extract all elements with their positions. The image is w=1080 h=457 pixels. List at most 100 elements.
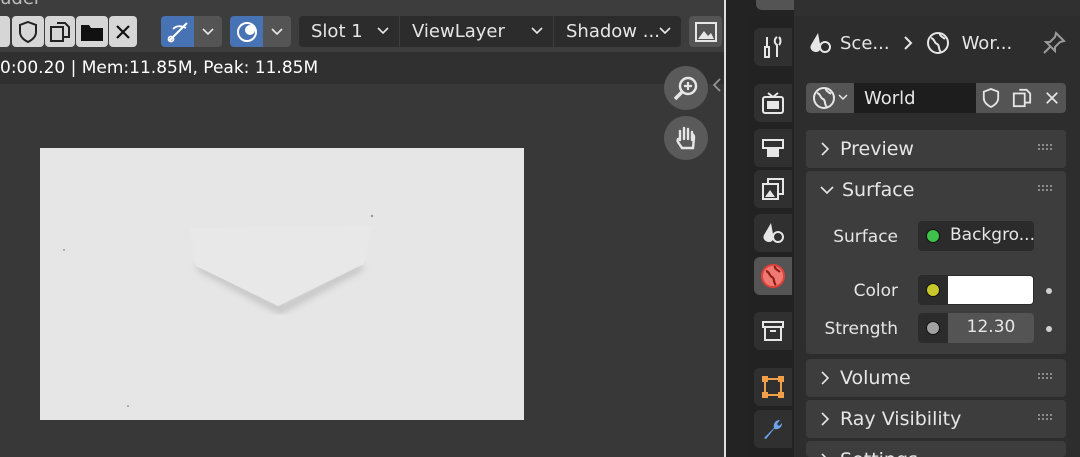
pin-icon bbox=[1043, 31, 1066, 54]
chevron-right-icon bbox=[821, 142, 830, 156]
panel-volume: Volume bbox=[806, 359, 1066, 397]
view-layer-dropdown[interactable]: ViewLayer bbox=[400, 16, 553, 47]
tab-render[interactable] bbox=[754, 84, 792, 122]
panel-surface: Surface Surface Backgro... Color #ffffff… bbox=[806, 171, 1066, 354]
panel-settings-header[interactable]: Settings bbox=[806, 441, 1066, 457]
world-name-field[interactable]: World bbox=[854, 83, 976, 113]
overlays-button[interactable] bbox=[230, 16, 263, 47]
properties-header bbox=[794, 0, 1080, 16]
view-layer-label: ViewLayer bbox=[412, 21, 505, 42]
slot-dropdown[interactable]: Slot 1 bbox=[299, 16, 399, 47]
breadcrumb: Sce... Wor... bbox=[808, 26, 1012, 60]
fake-user-button[interactable] bbox=[976, 83, 1006, 113]
overlay-icon bbox=[236, 21, 257, 42]
color-keyframe-dot[interactable] bbox=[1046, 288, 1052, 294]
shield-icon bbox=[19, 20, 37, 43]
tab-output[interactable] bbox=[754, 129, 792, 167]
pivot-button[interactable] bbox=[161, 16, 194, 47]
shader-socket-icon bbox=[926, 229, 940, 243]
duplicate-icon bbox=[50, 21, 70, 42]
panel-preview: Preview bbox=[806, 130, 1066, 168]
sidebar-toggle[interactable] bbox=[712, 78, 722, 96]
render-stats: 0:00.20 | Mem:11.85M, Peak: 11.85M bbox=[0, 52, 724, 84]
chevron-right-icon bbox=[821, 371, 830, 385]
chevron-right-icon bbox=[903, 36, 912, 50]
shield-icon bbox=[982, 88, 1000, 108]
render-shadow-graphic bbox=[63, 214, 374, 407]
tools-icon bbox=[764, 36, 782, 58]
display-channels-button[interactable] bbox=[689, 16, 722, 47]
value-socket-icon bbox=[926, 321, 940, 335]
new-image-button[interactable] bbox=[45, 16, 75, 47]
panel-ray-visibility-header[interactable]: Ray Visibility bbox=[806, 400, 1066, 438]
color-label: Color bbox=[853, 281, 898, 301]
close-icon bbox=[116, 24, 130, 39]
tab-world[interactable] bbox=[754, 257, 792, 295]
panel-ray-visibility-title: Ray Visibility bbox=[840, 408, 962, 430]
strength-value: 12.30 bbox=[966, 317, 1016, 337]
overlays-dropdown[interactable] bbox=[263, 16, 291, 47]
scene-icon bbox=[810, 33, 831, 53]
printer-icon bbox=[762, 139, 784, 157]
object-icon bbox=[762, 376, 784, 398]
chevron-down-icon bbox=[820, 186, 834, 195]
collection-box-icon bbox=[762, 321, 784, 341]
unlink-world-button[interactable] bbox=[1037, 83, 1066, 113]
breadcrumb-scene[interactable]: Sce... bbox=[840, 33, 890, 54]
render-result-image bbox=[40, 148, 524, 420]
image-icon bbox=[694, 21, 717, 42]
tab-scene[interactable] bbox=[754, 214, 792, 252]
image-browse-button[interactable] bbox=[0, 16, 10, 47]
panel-volume-header[interactable]: Volume bbox=[806, 359, 1066, 397]
surface-shader-value: Backgro... bbox=[950, 225, 1034, 245]
zoom-view-gizmo[interactable] bbox=[664, 66, 708, 110]
strength-keyframe-dot[interactable] bbox=[1046, 326, 1052, 332]
render-pass-dropdown[interactable]: Shadow ... bbox=[554, 16, 681, 47]
color-socket-icon bbox=[926, 283, 940, 297]
tab-modifiers[interactable] bbox=[754, 410, 792, 448]
pin-button[interactable] bbox=[1042, 31, 1066, 60]
chevron-down-icon bbox=[659, 27, 671, 35]
panel-surface-title: Surface bbox=[842, 179, 915, 201]
fake-user-button[interactable] bbox=[12, 16, 44, 47]
panel-surface-header[interactable]: Surface bbox=[806, 171, 1066, 209]
world-icon bbox=[761, 264, 785, 288]
world-datablock-selector: World bbox=[806, 83, 1066, 113]
drag-grip-icon[interactable] bbox=[1038, 373, 1054, 381]
tab-object[interactable] bbox=[754, 368, 792, 406]
pivot-dropdown[interactable] bbox=[194, 16, 222, 47]
world-icon bbox=[813, 87, 835, 109]
tab-collection[interactable] bbox=[754, 312, 792, 350]
panel-settings: Settings bbox=[806, 441, 1066, 457]
strength-label: Strength bbox=[824, 319, 898, 339]
panel-ray-visibility: Ray Visibility bbox=[806, 400, 1066, 438]
drag-grip-icon[interactable] bbox=[1038, 414, 1054, 422]
chevron-down-icon bbox=[377, 27, 389, 35]
drag-grip-icon[interactable] bbox=[1038, 185, 1054, 193]
world-icon bbox=[926, 32, 949, 54]
world-name: World bbox=[864, 87, 916, 109]
panel-preview-header[interactable]: Preview bbox=[806, 130, 1066, 168]
zoom-in-icon bbox=[673, 76, 698, 101]
open-image-button[interactable] bbox=[76, 16, 108, 47]
panel-settings-title: Settings bbox=[840, 449, 918, 457]
browse-world-button[interactable] bbox=[806, 83, 854, 113]
panel-volume-title: Volume bbox=[840, 367, 911, 389]
strength-field[interactable]: 12.30 bbox=[918, 313, 1034, 343]
tab-tool[interactable] bbox=[754, 28, 792, 66]
slot-label: Slot 1 bbox=[311, 21, 363, 42]
drag-grip-icon[interactable] bbox=[1038, 144, 1054, 152]
pan-view-gizmo[interactable] bbox=[664, 116, 708, 160]
tab-view-layer[interactable] bbox=[754, 170, 792, 208]
chevron-left-icon bbox=[712, 78, 721, 92]
color-swatch[interactable]: #ffffff bbox=[948, 276, 1033, 304]
render-pass-label: Shadow ... bbox=[566, 21, 660, 42]
new-world-button[interactable] bbox=[1006, 83, 1037, 113]
color-field[interactable]: #ffffff bbox=[918, 275, 1034, 305]
breadcrumb-world[interactable]: Wor... bbox=[962, 33, 1013, 54]
chevron-down-icon bbox=[202, 27, 214, 35]
unlink-image-button[interactable] bbox=[109, 16, 137, 47]
render-stats-text: 0:00.20 | Mem:11.85M, Peak: 11.85M bbox=[0, 58, 319, 78]
surface-shader-selector[interactable]: Backgro... bbox=[918, 221, 1034, 251]
hand-icon bbox=[676, 126, 696, 150]
